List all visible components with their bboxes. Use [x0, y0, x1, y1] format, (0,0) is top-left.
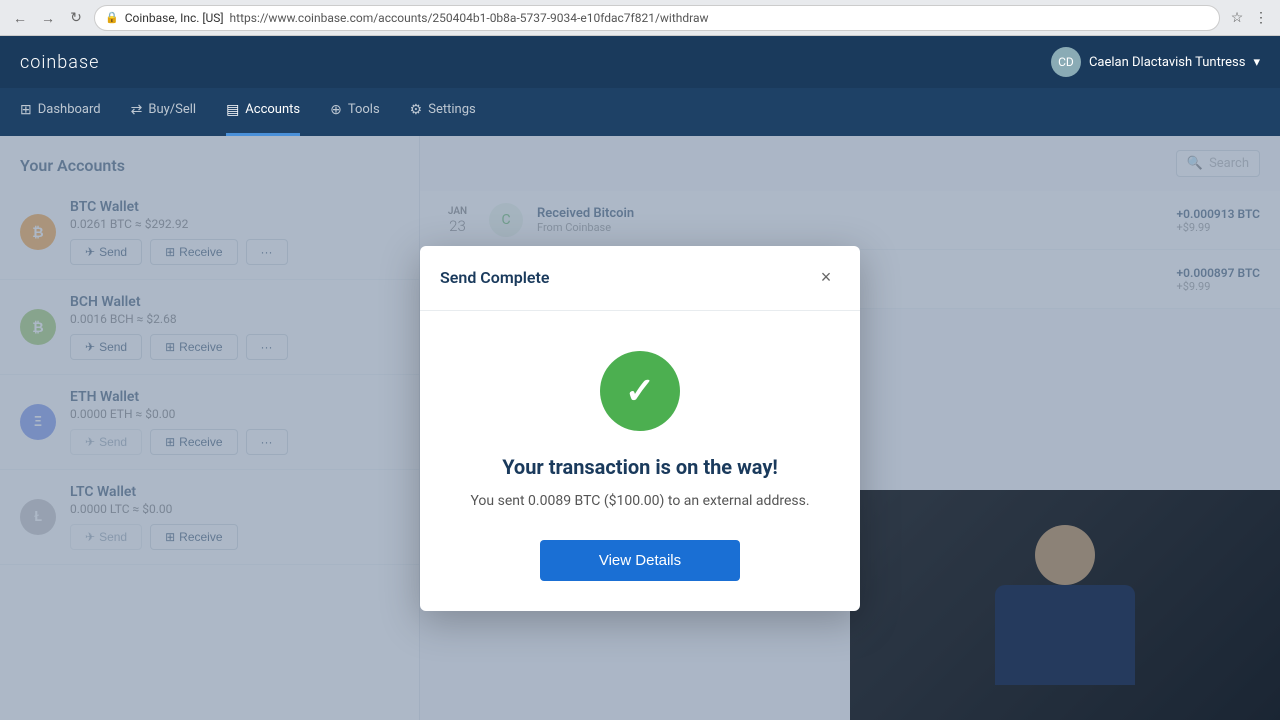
tab-settings-label: Settings: [428, 102, 475, 117]
modal-close-button[interactable]: ×: [812, 264, 840, 292]
forward-button[interactable]: →: [36, 6, 60, 30]
address-bar[interactable]: 🔒 Coinbase, Inc. [US] https://www.coinba…: [94, 5, 1220, 31]
browser-toolbar: ☆ ⋮: [1226, 7, 1272, 29]
tab-tools-label: Tools: [348, 102, 380, 117]
view-details-button[interactable]: View Details: [540, 540, 740, 581]
tab-settings[interactable]: ⚙ Settings: [410, 88, 476, 136]
main-content: Your Accounts ₿ BTC Wallet 0.0261 BTC ≈ …: [0, 136, 1280, 720]
dropdown-arrow-icon: ▾: [1253, 55, 1260, 70]
lock-icon: 🔒: [105, 11, 119, 24]
star-icon[interactable]: ☆: [1226, 7, 1248, 29]
top-navigation: coinbase CD Caelan Dlactavish Tuntress ▾: [0, 36, 1280, 88]
tab-accounts[interactable]: ▤ Accounts: [226, 88, 300, 136]
tab-buysell-label: Buy/Sell: [148, 102, 196, 117]
tab-dashboard[interactable]: ⊞ Dashboard: [20, 88, 101, 136]
modal-header: Send Complete ×: [420, 246, 860, 311]
tab-tools[interactable]: ⊕ Tools: [330, 88, 380, 136]
avatar: CD: [1051, 47, 1081, 77]
checkmark-icon: ✓: [625, 373, 655, 409]
success-description: You sent 0.0089 BTC ($100.00) to an exte…: [450, 491, 830, 512]
buysell-icon: ⇄: [131, 102, 143, 118]
success-circle: ✓: [600, 351, 680, 431]
company-label: Coinbase, Inc. [US]: [125, 11, 224, 25]
send-complete-modal: Send Complete × ✓ Your transaction is on…: [420, 246, 860, 611]
success-title: Your transaction is on the way!: [450, 455, 830, 479]
modal-body: ✓ Your transaction is on the way! You se…: [420, 311, 860, 611]
browser-nav-buttons: ← → ↻: [8, 6, 88, 30]
browser-chrome: ← → ↻ 🔒 Coinbase, Inc. [US] https://www.…: [0, 0, 1280, 36]
modal-title: Send Complete: [440, 268, 549, 287]
settings-icon: ⚙: [410, 102, 423, 118]
menu-icon[interactable]: ⋮: [1250, 7, 1272, 29]
tab-accounts-label: Accounts: [245, 102, 300, 117]
modal-overlay: Send Complete × ✓ Your transaction is on…: [0, 136, 1280, 720]
refresh-button[interactable]: ↻: [64, 6, 88, 30]
nav-tabs: ⊞ Dashboard ⇄ Buy/Sell ▤ Accounts ⊕ Tool…: [0, 88, 1280, 136]
tab-buysell[interactable]: ⇄ Buy/Sell: [131, 88, 196, 136]
coinbase-app: coinbase CD Caelan Dlactavish Tuntress ▾…: [0, 36, 1280, 720]
user-menu[interactable]: CD Caelan Dlactavish Tuntress ▾: [1051, 47, 1260, 77]
username: Caelan Dlactavish Tuntress: [1089, 55, 1246, 70]
url-text: https://www.coinbase.com/accounts/250404…: [230, 11, 709, 25]
tab-dashboard-label: Dashboard: [38, 102, 101, 117]
accounts-icon: ▤: [226, 102, 239, 118]
coinbase-logo: coinbase: [20, 52, 99, 73]
back-button[interactable]: ←: [8, 6, 32, 30]
tools-icon: ⊕: [330, 102, 342, 118]
dashboard-icon: ⊞: [20, 102, 32, 118]
